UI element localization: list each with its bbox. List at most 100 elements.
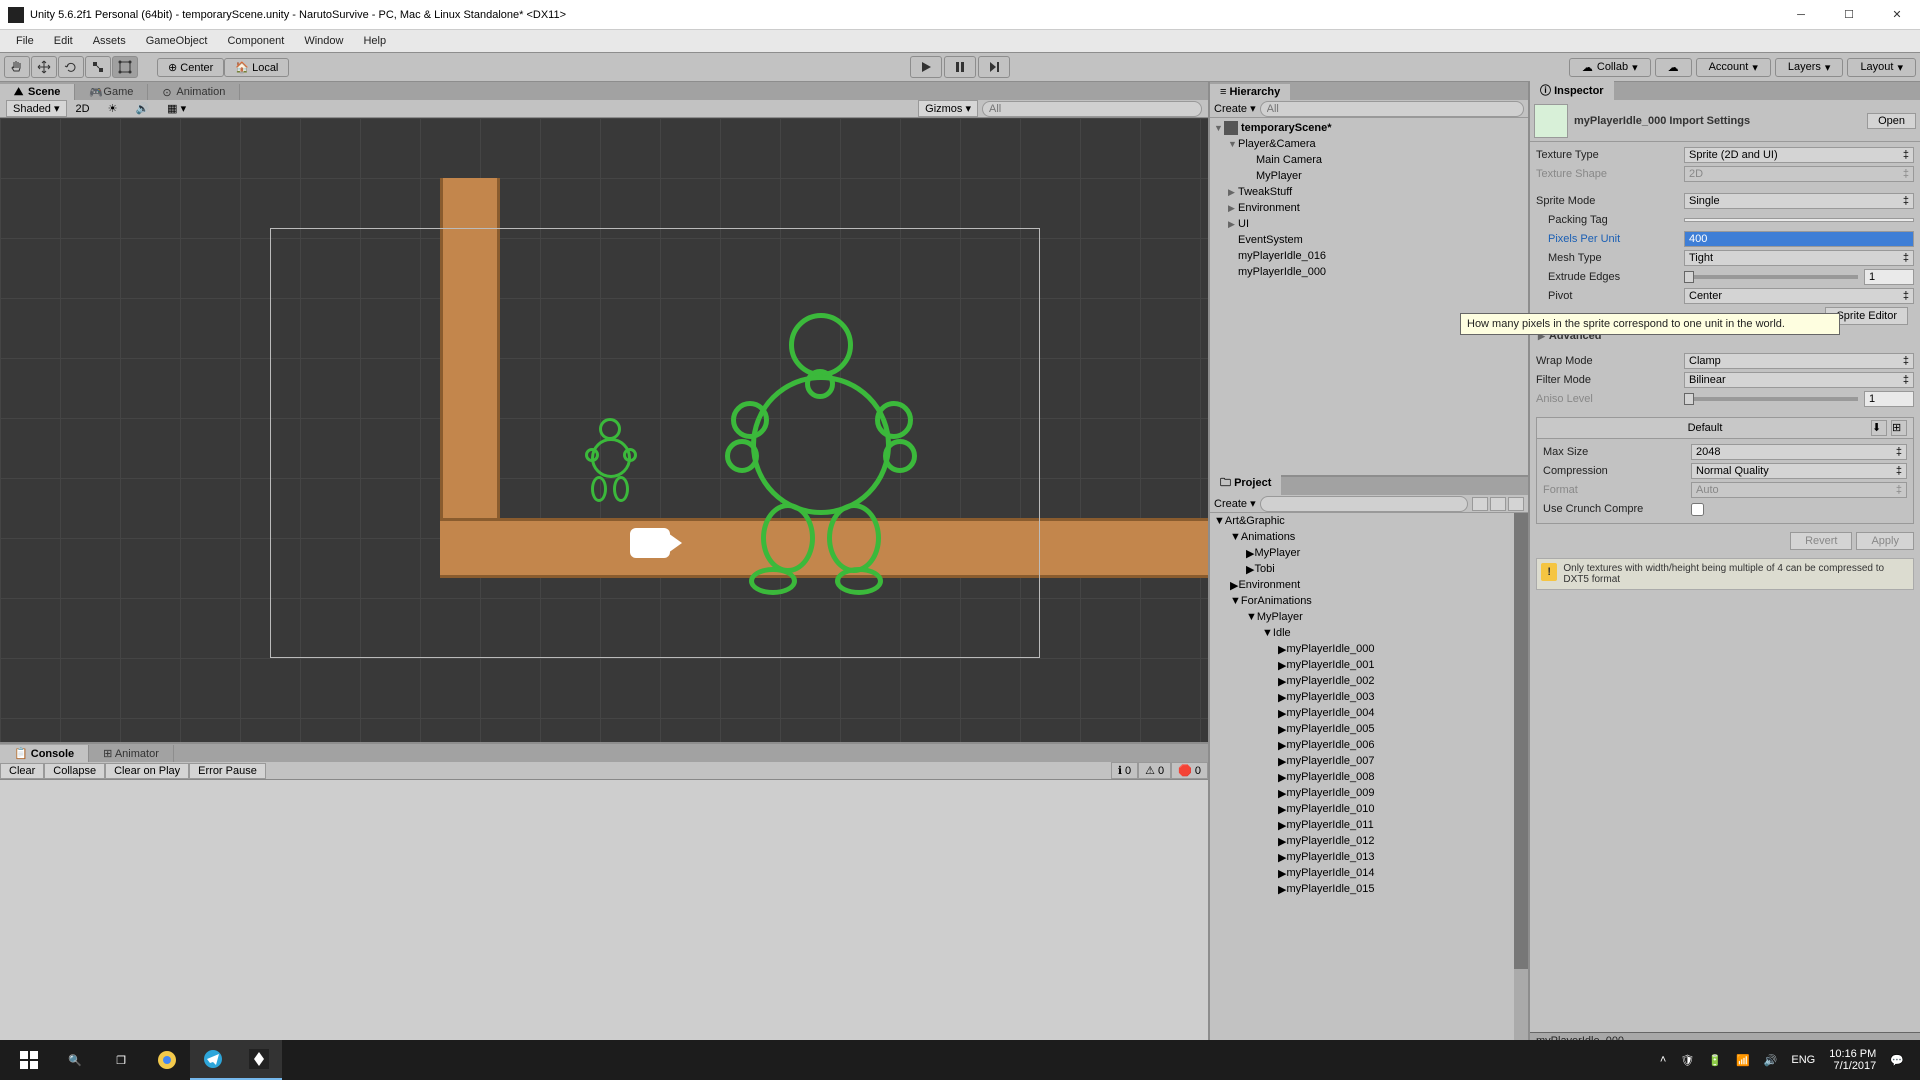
tray-volume-icon[interactable]: 🔊 (1764, 1054, 1778, 1067)
inspector-tab[interactable]: ⓘ Inspector (1530, 80, 1614, 100)
audio-toggle[interactable]: 🔊 (126, 101, 158, 116)
hierarchy-tab[interactable]: ≡ Hierarchy (1210, 84, 1290, 100)
hierarchy-item[interactable]: ▼Player&Camera (1210, 136, 1528, 152)
scene-viewport[interactable] (0, 118, 1208, 742)
hierarchy-item[interactable]: ▶Environment (1210, 200, 1528, 216)
platform-override-tab[interactable]: ⊞ (1891, 420, 1907, 436)
pivot-dropdown[interactable]: Center‡ (1684, 288, 1914, 304)
maximize-button[interactable]: ☐ (1834, 5, 1864, 25)
hierarchy-item[interactable]: Main Camera (1210, 152, 1528, 168)
unity-button[interactable] (236, 1040, 282, 1080)
project-folder[interactable]: ▼Art&Graphic (1210, 513, 1528, 529)
platform-default-tab[interactable]: Default (1543, 422, 1867, 434)
project-file[interactable]: ▶myPlayerIdle_006 (1210, 737, 1528, 753)
tray-lang[interactable]: ENG (1791, 1054, 1815, 1066)
compression-dropdown[interactable]: Normal Quality‡ (1691, 463, 1907, 479)
camera-gizmo-icon[interactable] (630, 523, 684, 563)
project-file[interactable]: ▶myPlayerIdle_010 (1210, 801, 1528, 817)
minimize-button[interactable]: ─ (1786, 5, 1816, 25)
close-button[interactable]: ✕ (1882, 5, 1912, 25)
project-file[interactable]: ▶myPlayerIdle_012 (1210, 833, 1528, 849)
packing-tag-input[interactable] (1684, 218, 1914, 222)
hierarchy-item[interactable]: MyPlayer (1210, 168, 1528, 184)
project-file[interactable]: ▶myPlayerIdle_015 (1210, 881, 1528, 897)
project-file[interactable]: ▶myPlayerIdle_000 (1210, 641, 1528, 657)
tab-animation[interactable]: ⊙Animation (148, 84, 240, 100)
step-button[interactable] (978, 56, 1010, 78)
hierarchy-item[interactable]: EventSystem (1210, 232, 1528, 248)
move-tool[interactable] (31, 56, 57, 78)
proj-menu-icon[interactable] (1508, 497, 1524, 511)
account-dropdown[interactable]: Account ▾ (1696, 58, 1771, 77)
console-collapse-button[interactable]: Collapse (44, 763, 105, 779)
tab-scene[interactable]: ⛰Scene (0, 84, 75, 100)
open-button[interactable]: Open (1867, 113, 1916, 129)
project-file[interactable]: ▶myPlayerIdle_009 (1210, 785, 1528, 801)
tray-wifi-icon[interactable]: 📶 (1736, 1054, 1750, 1067)
project-file[interactable]: ▶myPlayerIdle_007 (1210, 753, 1528, 769)
console-clearplay-button[interactable]: Clear on Play (105, 763, 189, 779)
menu-component[interactable]: Component (217, 32, 294, 50)
menu-help[interactable]: Help (353, 32, 396, 50)
scale-tool[interactable] (85, 56, 111, 78)
cloud-button[interactable]: ☁ (1655, 58, 1692, 77)
pivot-toggle[interactable]: ⊕ Center (157, 58, 224, 77)
task-view-button[interactable]: ❐ (98, 1040, 144, 1080)
scene-root[interactable]: ▼temporaryScene* (1210, 120, 1528, 136)
revert-button[interactable]: Revert (1790, 532, 1852, 550)
project-search-input[interactable] (1260, 496, 1468, 512)
hierarchy-item[interactable]: ▶TweakStuff (1210, 184, 1528, 200)
project-file[interactable]: ▶myPlayerIdle_001 (1210, 657, 1528, 673)
max-size-dropdown[interactable]: 2048‡ (1691, 444, 1907, 460)
extrude-value[interactable]: 1 (1864, 269, 1914, 285)
chrome-button[interactable] (144, 1040, 190, 1080)
project-folder[interactable]: ▼Animations (1210, 529, 1528, 545)
collab-dropdown[interactable]: ☁ Collab ▾ (1569, 58, 1651, 77)
hierarchy-item[interactable]: myPlayerIdle_000 (1210, 264, 1528, 280)
project-file[interactable]: ▶myPlayerIdle_014 (1210, 865, 1528, 881)
hierarchy-item[interactable]: myPlayerIdle_016 (1210, 248, 1528, 264)
menu-assets[interactable]: Assets (83, 32, 136, 50)
tray-battery-icon[interactable]: 🔋 (1708, 1054, 1722, 1067)
scene-search-input[interactable] (982, 101, 1202, 117)
wrap-dropdown[interactable]: Clamp‡ (1684, 353, 1914, 369)
project-file[interactable]: ▶myPlayerIdle_013 (1210, 849, 1528, 865)
console-warn-count[interactable]: ⚠ 0 (1138, 762, 1171, 779)
lighting-toggle[interactable]: ☀ (99, 101, 127, 116)
menu-gameobject[interactable]: GameObject (136, 32, 218, 50)
project-file[interactable]: ▶myPlayerIdle_002 (1210, 673, 1528, 689)
menu-window[interactable]: Window (294, 32, 353, 50)
tab-game[interactable]: 🎮Game (75, 84, 148, 100)
proj-filter-icon[interactable] (1472, 497, 1488, 511)
ppu-label[interactable]: Pixels Per Unit (1536, 233, 1684, 245)
console-info-count[interactable]: ℹ 0 (1111, 762, 1138, 779)
pause-button[interactable] (944, 56, 976, 78)
layers-dropdown[interactable]: Layers ▾ (1775, 58, 1844, 77)
layout-dropdown[interactable]: Layout ▾ (1847, 58, 1916, 77)
texture-type-dropdown[interactable]: Sprite (2D and UI)‡ (1684, 147, 1914, 163)
menu-file[interactable]: File (6, 32, 44, 50)
tray-expand-icon[interactable]: ˄ (1660, 1054, 1666, 1066)
project-folder[interactable]: ▶Environment (1210, 577, 1528, 593)
project-scrollbar[interactable] (1514, 513, 1528, 1050)
rect-tool[interactable] (112, 56, 138, 78)
shading-dropdown[interactable]: Shaded ▾ (6, 100, 67, 117)
tray-clock[interactable]: 10:16 PM 7/1/2017 (1829, 1048, 1876, 1072)
project-file[interactable]: ▶myPlayerIdle_004 (1210, 705, 1528, 721)
filter-dropdown[interactable]: Bilinear‡ (1684, 372, 1914, 388)
sprite-mode-dropdown[interactable]: Single‡ (1684, 193, 1914, 209)
sprite-small[interactable] (585, 418, 639, 518)
project-file[interactable]: ▶myPlayerIdle_003 (1210, 689, 1528, 705)
console-err-count[interactable]: 🛑 0 (1171, 762, 1208, 779)
tray-security-icon[interactable]: 🛡 (1680, 1054, 1694, 1067)
tray-notifications-icon[interactable]: 💬 (1890, 1054, 1904, 1067)
menu-edit[interactable]: Edit (44, 32, 83, 50)
project-folder[interactable]: ▼Idle (1210, 625, 1528, 641)
project-folder[interactable]: ▼MyPlayer (1210, 609, 1528, 625)
platform-standalone-tab[interactable]: ⬇ (1871, 420, 1887, 436)
start-button[interactable] (6, 1040, 52, 1080)
mode-2d-toggle[interactable]: 2D (67, 102, 99, 116)
sprite-large[interactable] (725, 313, 925, 603)
proj-star-icon[interactable] (1490, 497, 1506, 511)
console-clear-button[interactable]: Clear (0, 763, 44, 779)
